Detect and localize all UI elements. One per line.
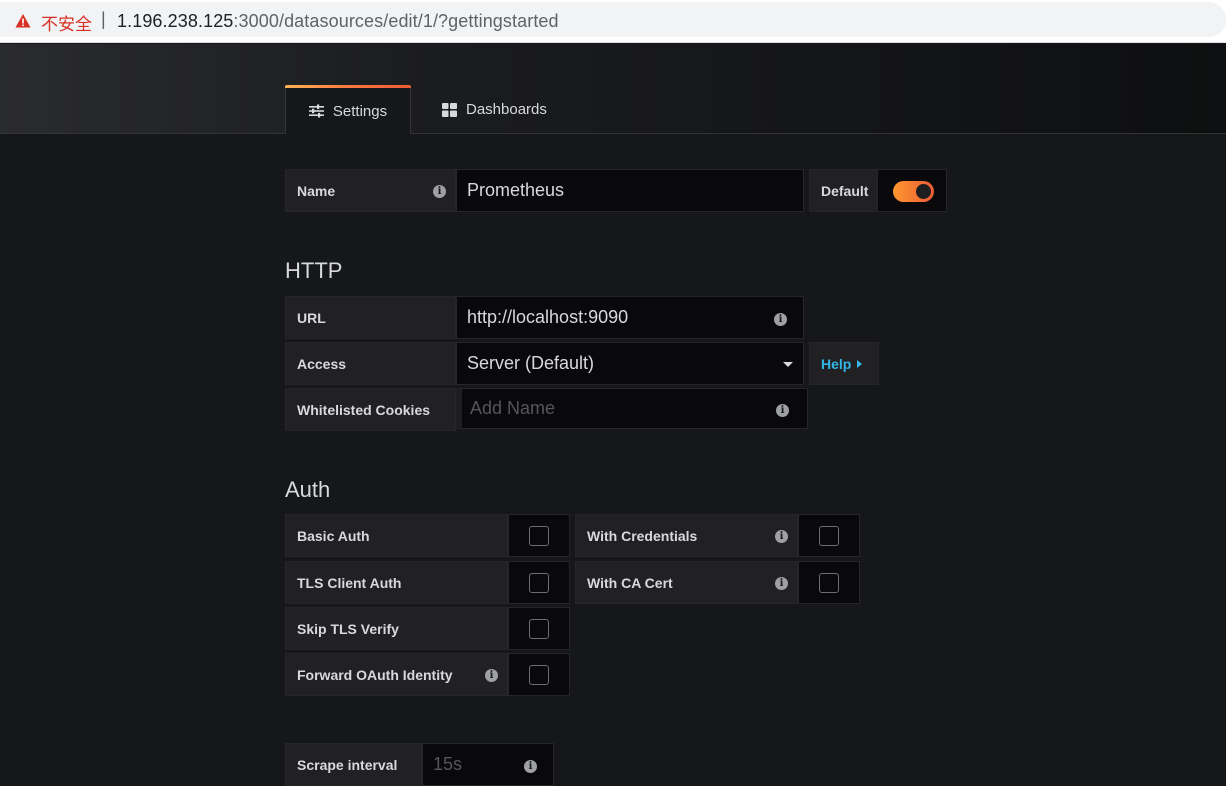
forward-oauth-checkbox-wrap bbox=[508, 653, 570, 696]
grid-icon bbox=[442, 102, 457, 117]
with-ca-cert-checkbox-wrap bbox=[798, 561, 860, 604]
default-label: Default bbox=[809, 169, 878, 212]
info-icon[interactable]: i bbox=[775, 577, 788, 590]
toggle-knob bbox=[916, 184, 931, 199]
cookies-placeholder: Add Name bbox=[470, 398, 556, 418]
forward-oauth-checkbox[interactable] bbox=[529, 665, 549, 685]
sliders-icon bbox=[308, 104, 324, 118]
access-label: Access bbox=[285, 342, 456, 385]
omnibox[interactable]: 不安全 | 1.196.238.125:3000/datasources/edi… bbox=[0, 2, 1226, 37]
info-icon[interactable]: i bbox=[524, 760, 537, 773]
auth-section-title: Auth bbox=[285, 477, 331, 502]
tls-client-auth-checkbox-wrap bbox=[508, 561, 570, 604]
forward-oauth-label: Forward OAuth Identity i bbox=[285, 653, 508, 696]
page-header bbox=[0, 44, 1226, 134]
default-toggle-wrap bbox=[877, 169, 947, 212]
basic-auth-label: Basic Auth bbox=[285, 514, 508, 557]
url-label: URL bbox=[285, 296, 456, 339]
with-credentials-checkbox[interactable] bbox=[819, 526, 839, 546]
caret-right-icon bbox=[857, 359, 863, 368]
skip-tls-verify-label: Skip TLS Verify bbox=[285, 607, 508, 650]
cookies-label: Whitelisted Cookies bbox=[285, 388, 456, 431]
url-host: 1.196.238.125 bbox=[117, 11, 234, 31]
name-label-text: Name bbox=[297, 182, 336, 199]
security-status[interactable]: 不安全 bbox=[41, 10, 92, 35]
info-icon[interactable]: i bbox=[433, 185, 446, 198]
tab-dashboards[interactable]: Dashboards bbox=[442, 85, 547, 134]
tls-client-auth-checkbox[interactable] bbox=[529, 573, 549, 593]
with-credentials-checkbox-wrap bbox=[798, 514, 860, 557]
with-ca-cert-label: With CA Cert i bbox=[575, 561, 798, 604]
tab-settings[interactable]: Settings bbox=[285, 85, 411, 134]
http-section-title: HTTP bbox=[285, 258, 343, 283]
skip-tls-verify-checkbox-wrap bbox=[508, 607, 570, 650]
scrape-interval-input[interactable]: 15s i bbox=[422, 743, 554, 786]
tab-dashboards-label: Dashboards bbox=[466, 101, 547, 118]
basic-auth-checkbox-wrap bbox=[508, 514, 570, 557]
cookies-input[interactable]: Add Name i bbox=[456, 388, 808, 429]
info-icon[interactable]: i bbox=[776, 404, 789, 417]
browser-address-bar: 不安全 | 1.196.238.125:3000/datasources/edi… bbox=[0, 0, 1226, 43]
name-input[interactable]: Prometheus bbox=[456, 169, 804, 212]
url-input-value: http://localhost:9090 bbox=[467, 307, 629, 327]
name-label: Name i bbox=[285, 169, 456, 212]
forward-oauth-label-text: Forward OAuth Identity bbox=[297, 666, 453, 683]
url-input[interactable]: http://localhost:9090 i bbox=[456, 296, 804, 339]
tab-settings-label: Settings bbox=[332, 102, 388, 120]
url-text[interactable]: 1.196.238.125:3000/datasources/edit/1/?g… bbox=[117, 11, 559, 32]
separator: | bbox=[101, 9, 106, 29]
scrape-interval-label: Scrape interval bbox=[285, 743, 422, 786]
skip-tls-verify-checkbox[interactable] bbox=[529, 619, 549, 639]
url-path: :3000/datasources/edit/1/?gettingstarted bbox=[233, 11, 559, 31]
basic-auth-checkbox[interactable] bbox=[529, 526, 549, 546]
warning-icon[interactable] bbox=[15, 13, 31, 29]
chevron-down-icon[interactable] bbox=[783, 362, 793, 367]
with-credentials-label: With Credentials i bbox=[575, 514, 798, 557]
info-icon[interactable]: i bbox=[775, 530, 788, 543]
tls-client-auth-label: TLS Client Auth bbox=[285, 561, 508, 604]
info-icon[interactable]: i bbox=[774, 313, 787, 326]
access-select-value: Server (Default) bbox=[467, 353, 595, 373]
scrape-interval-placeholder: 15s bbox=[433, 754, 463, 774]
default-toggle[interactable] bbox=[893, 181, 934, 202]
help-button[interactable]: Help bbox=[809, 342, 879, 385]
access-select[interactable]: Server (Default) bbox=[456, 342, 804, 385]
with-ca-cert-checkbox[interactable] bbox=[819, 573, 839, 593]
with-ca-cert-label-text: With CA Cert bbox=[587, 574, 673, 591]
info-icon[interactable]: i bbox=[485, 669, 498, 682]
help-label: Help bbox=[821, 355, 852, 372]
with-credentials-label-text: With Credentials bbox=[587, 527, 698, 544]
